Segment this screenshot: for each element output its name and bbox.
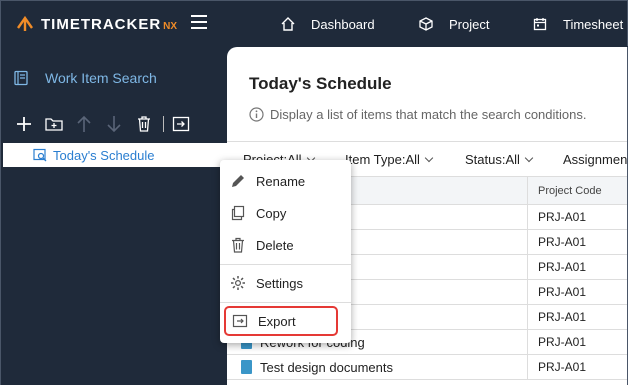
row-code: PRJ-A01 bbox=[527, 305, 627, 329]
menu-item-copy-label: Copy bbox=[256, 205, 287, 221]
move-up-icon[interactable] bbox=[73, 114, 95, 134]
gear-icon bbox=[231, 276, 245, 290]
filter-assignment[interactable]: Assignment bbox=[563, 152, 628, 167]
trash-icon bbox=[232, 237, 244, 253]
nav-dashboard-label: Dashboard bbox=[311, 16, 375, 32]
sidebar-title: Work Item Search bbox=[13, 70, 157, 86]
export-icon[interactable] bbox=[170, 114, 192, 134]
menu-item-delete[interactable]: Delete bbox=[220, 232, 351, 258]
filter-item-type-label: Item Type:All bbox=[345, 152, 420, 167]
filter-status[interactable]: Status:All bbox=[465, 152, 534, 167]
home-icon bbox=[281, 17, 295, 31]
nav-timesheet[interactable]: Timesheet bbox=[533, 1, 623, 47]
row-code: PRJ-A01 bbox=[527, 355, 627, 379]
more-options-icon[interactable] bbox=[211, 147, 217, 163]
app-logo[interactable]: TIMETRACKER NX bbox=[15, 13, 177, 35]
sidebar-title-text: Work Item Search bbox=[45, 70, 157, 86]
filter-status-label: Status:All bbox=[465, 152, 520, 167]
calendar-icon bbox=[533, 18, 547, 31]
logo-suffix: NX bbox=[163, 21, 178, 32]
row-name-text: Test design documents bbox=[260, 359, 393, 375]
menu-divider bbox=[220, 264, 351, 265]
info-description: Display a list of items that match the s… bbox=[270, 107, 587, 122]
context-menu: Rename Copy Delete Settings Export bbox=[220, 160, 351, 343]
menu-divider bbox=[220, 302, 351, 303]
toolbar-divider bbox=[163, 116, 164, 132]
nav-project[interactable]: Project bbox=[419, 1, 489, 47]
filter-item-type[interactable]: Item Type:All bbox=[345, 152, 434, 167]
nav-dashboard[interactable]: Dashboard bbox=[281, 1, 375, 47]
chevron-down-icon bbox=[424, 153, 434, 163]
menu-toggle-icon[interactable] bbox=[191, 15, 207, 31]
filter-assignment-label: Assignment bbox=[563, 152, 628, 167]
nav-timesheet-label: Timesheet bbox=[563, 16, 624, 32]
nav-project-label: Project bbox=[449, 16, 490, 32]
menu-item-copy[interactable]: Copy bbox=[220, 200, 351, 226]
pencil-icon bbox=[232, 175, 244, 187]
add-icon[interactable] bbox=[13, 114, 35, 134]
menu-item-rename[interactable]: Rename bbox=[220, 168, 351, 194]
logo-icon bbox=[17, 15, 33, 31]
delete-icon[interactable] bbox=[133, 114, 155, 134]
row-code: PRJ-A01 bbox=[527, 230, 627, 254]
tree-item-todays-schedule[interactable]: Today's Schedule bbox=[3, 143, 227, 167]
logo-text: TIMETRACKER bbox=[41, 15, 162, 33]
menu-item-rename-label: Rename bbox=[256, 173, 306, 189]
row-name: Test design documents bbox=[241, 355, 393, 379]
menu-item-settings-label: Settings bbox=[256, 275, 303, 291]
page-title: Today's Schedule bbox=[249, 74, 392, 93]
table-row[interactable]: Test design documents PRJ-A01 bbox=[227, 355, 627, 380]
tree-item-label: Today's Schedule bbox=[53, 147, 155, 163]
info-text: Display a list of items that match the s… bbox=[249, 107, 586, 122]
column-header-project-code[interactable]: Project Code bbox=[527, 177, 627, 204]
chevron-down-icon bbox=[524, 153, 534, 163]
copy-icon bbox=[231, 205, 245, 221]
export-icon bbox=[232, 314, 248, 328]
sidebar-toolbar bbox=[13, 114, 200, 134]
top-bar: TIMETRACKER NX Dashboard Project Timeshe… bbox=[0, 0, 628, 46]
row-code: PRJ-A01 bbox=[527, 205, 627, 229]
row-code: PRJ-A01 bbox=[527, 280, 627, 304]
menu-item-delete-label: Delete bbox=[256, 237, 294, 253]
row-code: PRJ-A01 bbox=[527, 330, 627, 354]
move-down-icon[interactable] bbox=[103, 114, 125, 134]
search-view-icon bbox=[33, 148, 47, 162]
book-icon bbox=[14, 70, 28, 86]
menu-item-settings[interactable]: Settings bbox=[220, 270, 351, 296]
new-folder-icon[interactable] bbox=[43, 114, 65, 134]
sidebar: Work Item Search Today's Schedule bbox=[0, 46, 227, 385]
info-icon bbox=[249, 107, 264, 122]
menu-item-export[interactable]: Export bbox=[224, 306, 338, 336]
menu-item-export-label: Export bbox=[258, 313, 296, 329]
row-code: PRJ-A01 bbox=[527, 255, 627, 279]
document-icon bbox=[241, 360, 252, 374]
cube-icon bbox=[419, 17, 433, 31]
